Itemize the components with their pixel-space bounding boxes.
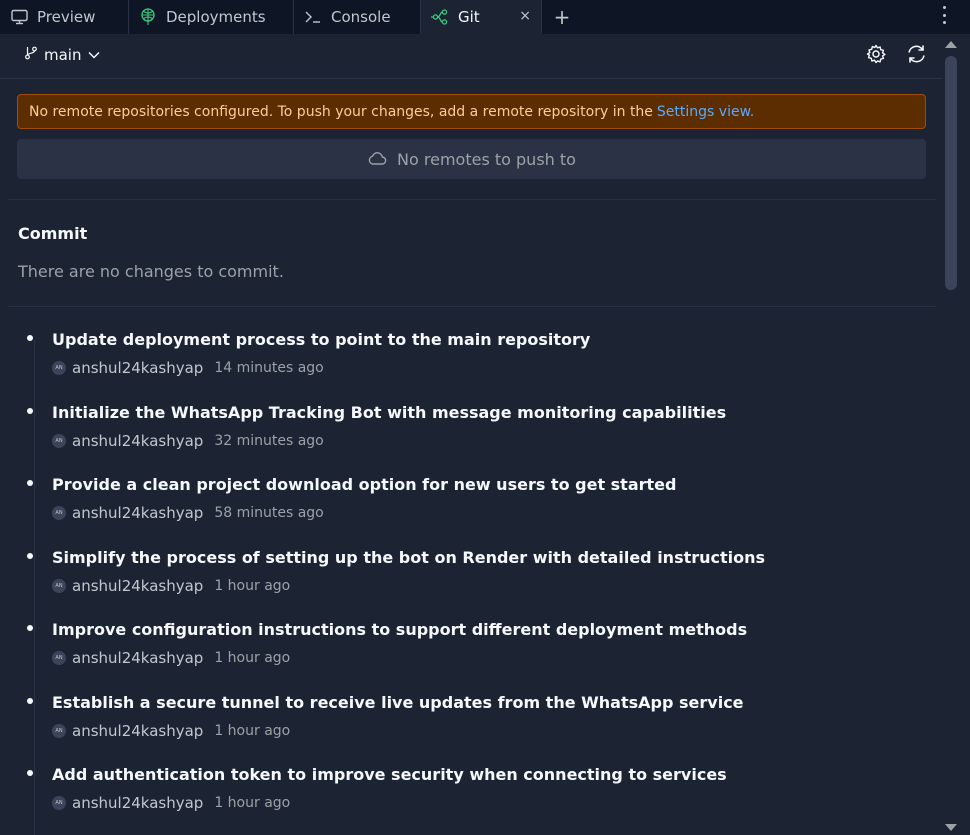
commit-time: 1 hour ago [214,577,291,594]
plus-icon: + [553,5,571,29]
warning-text: No remote repositories configured. To pu… [29,103,653,120]
commit-author: anshul24kashyap [72,794,204,812]
commit-bullet [27,480,33,486]
add-tab-button[interactable]: + [542,0,582,34]
avatar: AN [52,578,66,593]
commit-author: anshul24kashyap [72,504,204,522]
tab-preview[interactable]: Preview [0,0,129,34]
git-toolbar: main [0,34,942,79]
scrollbar[interactable] [942,34,960,835]
commit-time: 58 minutes ago [214,505,324,521]
terminal-icon [304,8,322,26]
commit-heading: Commit [18,224,88,243]
commit-item[interactable]: Simplify the process of setting up the b… [0,543,940,603]
settings-view-link[interactable]: Settings view. [657,104,754,120]
avatar: AN [52,361,66,375]
commit-message: Simplify the process of setting up the b… [52,547,766,567]
tab-console-label: Console [331,8,391,26]
push-button-label: No remotes to push to [397,149,576,169]
avatar: AN [52,506,66,520]
avatar: AN [52,796,66,810]
scrollbar-thumb[interactable] [945,56,957,290]
commit-message: Improve configuration instructions to su… [52,620,748,639]
chevron-down-icon [87,46,101,64]
commit-message: Add authentication token to improve secu… [52,765,727,784]
monitor-icon [10,8,28,26]
tab-git-label: Git [458,8,480,26]
commit-bullet [27,407,33,414]
commit-author: anshul24kashyap [72,431,204,450]
tab-git[interactable]: Git × [421,0,542,34]
commit-message: Initialize the WhatsApp Tracking Bot wit… [52,402,727,422]
commit-item[interactable]: Provide a clean project download option … [0,470,940,530]
close-icon[interactable]: × [519,8,531,24]
commit-time: 1 hour ago [214,795,291,811]
commit-author: anshul24kashyap [72,576,204,595]
tab-deployments[interactable]: Deployments [129,0,294,34]
divider [8,199,936,200]
commit-bullet [27,552,33,559]
commit-message: Update deployment process to point to th… [52,330,591,349]
avatar: AN [52,723,66,738]
branch-icon [24,46,38,64]
divider [8,306,936,307]
commit-item[interactable]: Add authentication token to improve secu… [0,760,940,820]
deployments-icon [139,8,157,26]
commit-time: 14 minutes ago [214,360,324,376]
cloud-icon [367,150,387,169]
settings-button[interactable] [865,44,887,68]
branch-name: main [44,46,82,64]
no-remote-warning: No remote repositories configured. To pu… [17,94,926,129]
avatar: AN [52,433,66,448]
commit-bullet [27,697,33,704]
commit-bullet [27,335,33,341]
commit-time: 32 minutes ago [214,432,324,449]
commit-empty-message: There are no changes to commit. [18,262,284,281]
tab-deployments-label: Deployments [166,8,266,26]
commit-item[interactable]: Establish a secure tunnel to receive liv… [0,688,940,748]
refresh-button[interactable] [905,45,927,67]
commit-item[interactable]: Improve configuration instructions to su… [0,615,940,675]
gear-icon [866,44,886,68]
push-button[interactable]: No remotes to push to [17,139,926,179]
tab-console[interactable]: Console [294,0,421,34]
tab-bar: Preview Deployments Console Git × + [0,0,970,34]
git-icon [431,8,449,26]
commit-author: anshul24kashyap [72,649,204,667]
commit-message: Provide a clean project download option … [52,475,677,494]
commit-message: Establish a secure tunnel to receive liv… [52,692,744,712]
commit-time: 1 hour ago [214,722,291,739]
commit-item[interactable]: Update deployment process to point to th… [0,325,940,385]
commit-item[interactable]: Initialize the WhatsApp Tracking Bot wit… [0,398,940,458]
scroll-down-arrow-icon[interactable] [945,824,957,831]
commit-time: 1 hour ago [214,650,291,666]
scroll-up-arrow-icon[interactable] [945,41,957,48]
avatar: AN [52,651,66,665]
commit-bullet [27,770,33,776]
commit-author: anshul24kashyap [72,721,204,740]
branch-selector[interactable]: main [24,46,101,64]
commit-bullet [27,625,33,631]
commit-author: anshul24kashyap [72,359,204,377]
more-options-icon[interactable] [940,6,948,24]
refresh-icon [906,44,927,68]
tab-preview-label: Preview [37,8,96,26]
